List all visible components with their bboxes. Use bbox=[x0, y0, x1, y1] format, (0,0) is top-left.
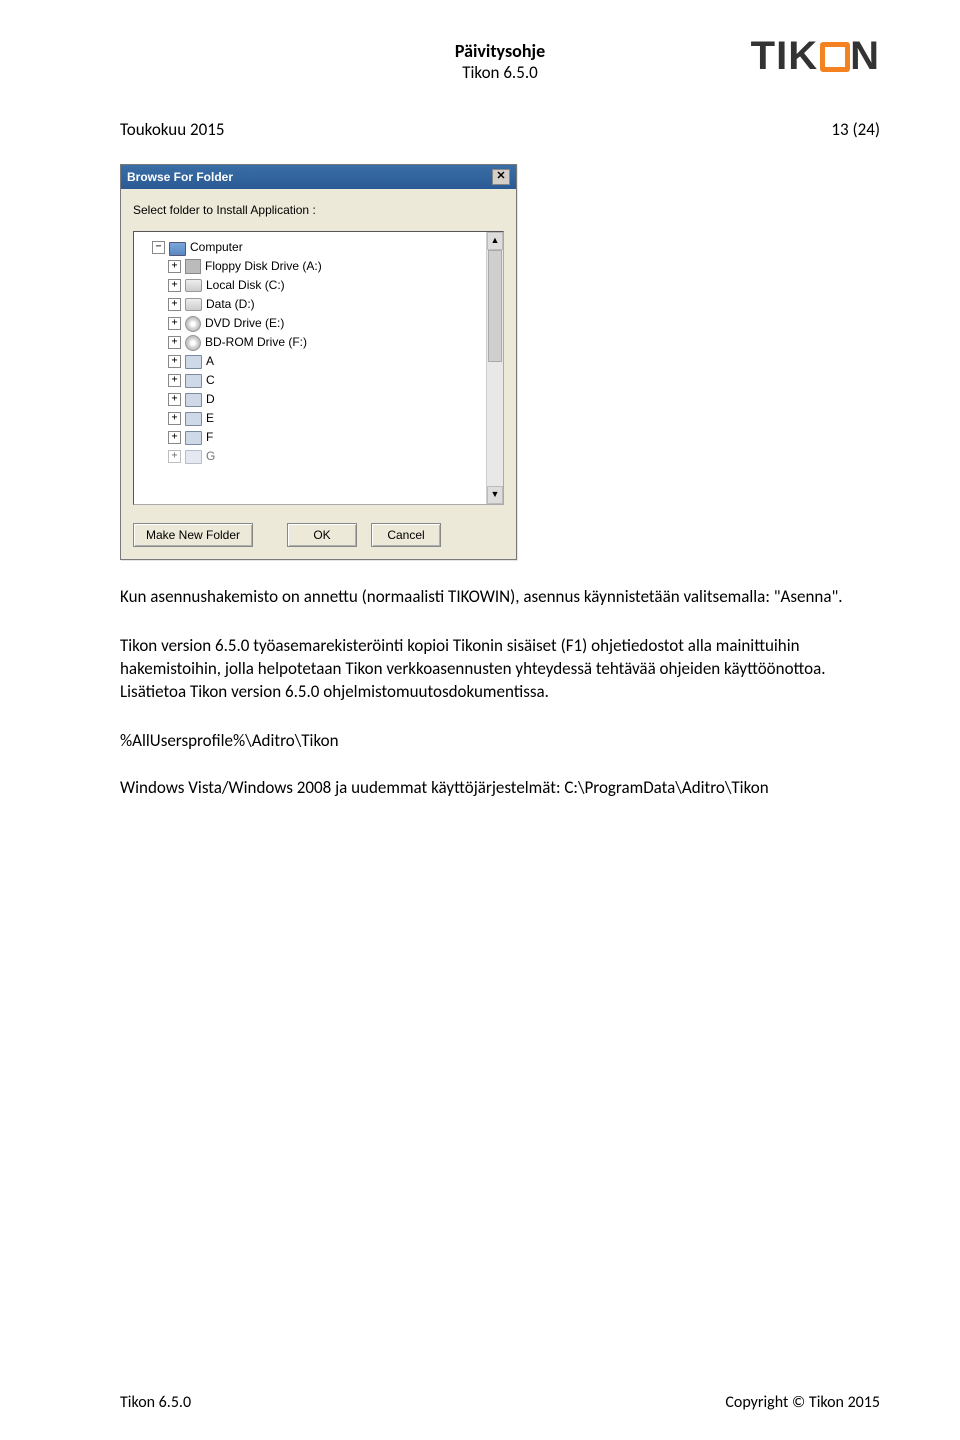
scroll-thumb[interactable] bbox=[488, 250, 502, 362]
body-paragraph-2: Tikon version 6.5.0 työasemarekisteröint… bbox=[120, 635, 880, 704]
network-drive-icon bbox=[185, 431, 202, 445]
logo-text-post: N bbox=[850, 34, 880, 78]
scrollbar[interactable]: ▲ ▼ bbox=[486, 232, 503, 504]
browse-folder-dialog: Browse For Folder ✕ Select folder to Ins… bbox=[120, 164, 517, 560]
brand-logo: TIK N bbox=[751, 34, 880, 79]
network-drive-icon bbox=[185, 450, 202, 464]
tree-item-label: F bbox=[206, 428, 213, 447]
network-drive-icon bbox=[185, 355, 202, 369]
tree-item-label: A bbox=[206, 352, 214, 371]
expand-icon[interactable]: + bbox=[168, 374, 181, 387]
tree-item[interactable]: +C bbox=[168, 371, 499, 390]
floppy-icon bbox=[185, 259, 201, 274]
tree-item-label: Local Disk (C:) bbox=[206, 276, 285, 295]
tree-item[interactable]: + Data (D:) bbox=[168, 295, 499, 314]
logo-text-pre: TIK bbox=[751, 34, 818, 78]
close-icon[interactable]: ✕ bbox=[492, 169, 510, 185]
tree-item-label: BD-ROM Drive (F:) bbox=[205, 333, 307, 352]
dialog-title: Browse For Folder bbox=[127, 170, 233, 184]
dialog-buttons: Make New Folder OK Cancel bbox=[133, 523, 504, 547]
footer-right: Copyright © Tikon 2015 bbox=[725, 1393, 880, 1412]
expand-icon[interactable]: + bbox=[168, 279, 181, 292]
expand-icon[interactable]: + bbox=[168, 412, 181, 425]
expand-icon[interactable]: + bbox=[168, 393, 181, 406]
network-drive-icon bbox=[185, 374, 202, 388]
tree-item[interactable]: +F bbox=[168, 428, 499, 447]
tree-item[interactable]: +G bbox=[168, 447, 499, 466]
dialog-body: Select folder to Install Application : −… bbox=[121, 189, 516, 559]
make-new-folder-button[interactable]: Make New Folder bbox=[133, 523, 253, 547]
doc-title: Päivitysohje bbox=[455, 40, 545, 62]
tree-item-label: G bbox=[206, 447, 215, 466]
tree-item[interactable]: + Floppy Disk Drive (A:) bbox=[168, 257, 499, 276]
body-path-2: Windows Vista/Windows 2008 ja uudemmat k… bbox=[120, 777, 880, 798]
tree-item[interactable]: +E bbox=[168, 409, 499, 428]
computer-icon bbox=[169, 242, 186, 256]
doc-pagenum: 13 (24) bbox=[831, 119, 880, 140]
hdd-icon bbox=[185, 279, 202, 292]
tree-item-label: Data (D:) bbox=[206, 295, 255, 314]
expand-icon[interactable]: + bbox=[168, 317, 181, 330]
tree-item-label: C bbox=[206, 371, 215, 390]
dvd-icon bbox=[185, 316, 201, 332]
tree-item[interactable]: + BD-ROM Drive (F:) bbox=[168, 333, 499, 352]
logo-o-icon bbox=[820, 42, 850, 72]
expand-icon[interactable]: + bbox=[168, 450, 181, 463]
tree-item-label: D bbox=[206, 390, 215, 409]
tree-item[interactable]: + DVD Drive (E:) bbox=[168, 314, 499, 333]
expand-icon[interactable]: + bbox=[168, 298, 181, 311]
network-drive-icon bbox=[185, 393, 202, 407]
cancel-button[interactable]: Cancel bbox=[371, 523, 441, 547]
body-paragraph-1: Kun asennushakemisto on annettu (normaal… bbox=[120, 586, 880, 609]
doc-date: Toukokuu 2015 bbox=[120, 119, 224, 140]
page-footer: Tikon 6.5.0 Copyright © Tikon 2015 bbox=[120, 1393, 880, 1412]
scroll-down-icon[interactable]: ▼ bbox=[487, 486, 503, 504]
ok-button[interactable]: OK bbox=[287, 523, 357, 547]
expand-icon[interactable]: + bbox=[168, 355, 181, 368]
tree-item-label: DVD Drive (E:) bbox=[205, 314, 284, 333]
tree-item[interactable]: +D bbox=[168, 390, 499, 409]
date-page-row: Toukokuu 2015 13 (24) bbox=[120, 119, 880, 140]
dialog-instruction: Select folder to Install Application : bbox=[133, 203, 504, 217]
tree-root[interactable]: − Computer bbox=[152, 238, 499, 257]
body-path-1: %AllUsersprofile%\Aditro\Tikon bbox=[120, 730, 880, 751]
folder-tree[interactable]: − Computer + Floppy Disk Drive (A:) + Loca… bbox=[133, 231, 504, 505]
header-center: Päivitysohje Tikon 6.5.0 bbox=[455, 40, 545, 83]
dialog-titlebar[interactable]: Browse For Folder ✕ bbox=[121, 165, 516, 189]
scroll-up-icon[interactable]: ▲ bbox=[487, 232, 503, 250]
expand-icon[interactable]: + bbox=[168, 431, 181, 444]
tree-item[interactable]: +A bbox=[168, 352, 499, 371]
tree-item-label: E bbox=[206, 409, 214, 428]
network-drive-icon bbox=[185, 412, 202, 426]
page-header: Päivitysohje Tikon 6.5.0 TIKN bbox=[120, 40, 880, 79]
bdrom-icon bbox=[185, 335, 201, 351]
footer-left: Tikon 6.5.0 bbox=[120, 1393, 191, 1412]
expand-icon[interactable]: + bbox=[168, 336, 181, 349]
expand-icon[interactable]: + bbox=[168, 260, 181, 273]
hdd-icon bbox=[185, 298, 202, 311]
collapse-icon[interactable]: − bbox=[152, 241, 165, 254]
tree-item[interactable]: + Local Disk (C:) bbox=[168, 276, 499, 295]
doc-subtitle: Tikon 6.5.0 bbox=[455, 62, 545, 83]
tree-item-label: Floppy Disk Drive (A:) bbox=[205, 257, 322, 276]
tree-root-label: Computer bbox=[190, 238, 243, 257]
